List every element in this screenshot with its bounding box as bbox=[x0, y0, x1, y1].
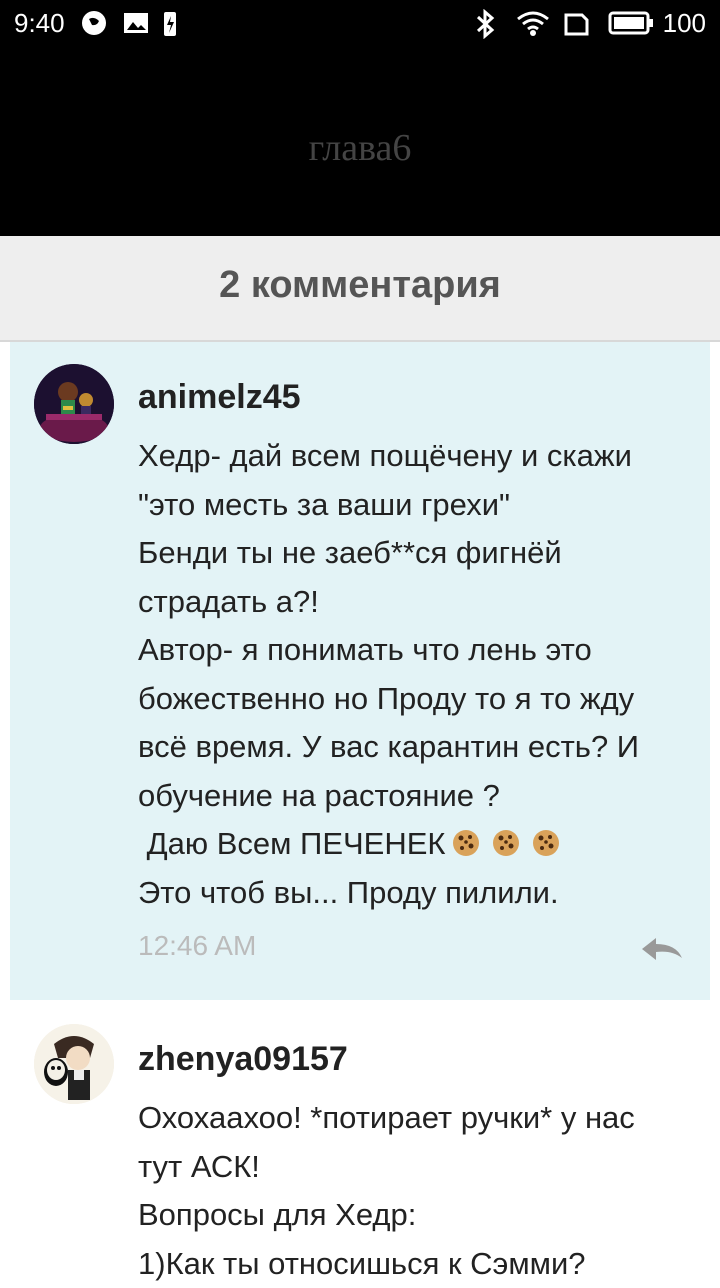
comment-line: Это чтоб вы... Проду пилили. bbox=[138, 869, 698, 918]
comments-header: 2 комментария bbox=[0, 236, 720, 342]
sim-icon bbox=[562, 9, 590, 42]
comment-line: Хедр- дай всем пощёчену и скажи bbox=[138, 432, 698, 481]
chapter-title: глава6 bbox=[0, 126, 720, 170]
comment-item: zhenya09157 Охохаахоо! *потирает ручки* … bbox=[10, 1002, 710, 1280]
comment-line: страдать а?! bbox=[138, 578, 698, 627]
comment-line: 1)Как ты относишься к Сэмми? bbox=[138, 1240, 698, 1288]
comment-body: Хедр- дай всем пощёчену и скажи "это мес… bbox=[138, 432, 698, 917]
avatar[interactable] bbox=[34, 1024, 114, 1104]
bluetooth-icon bbox=[474, 9, 496, 44]
comment-line: обучение на растояние ? bbox=[138, 772, 698, 821]
wifi-icon bbox=[516, 9, 550, 42]
comment-body: Охохаахоо! *потирает ручки* у нас тут АС… bbox=[138, 1094, 698, 1288]
comment-line: Автор- я понимать что лень это bbox=[138, 626, 698, 675]
battery-icon bbox=[608, 9, 654, 42]
comment-line-with-emoji: Даю Всем ПЕЧЕНЕК bbox=[138, 820, 698, 869]
messenger-icon bbox=[80, 9, 108, 42]
comment-line: "это месть за ваши грехи" bbox=[138, 481, 698, 530]
comment-line: Охохаахоо! *потирает ручки* у нас bbox=[138, 1094, 698, 1143]
battery-saver-icon bbox=[162, 9, 178, 42]
avatar[interactable] bbox=[34, 364, 114, 444]
comment-line: всё время. У вас карантин есть? И bbox=[138, 723, 698, 772]
image-icon bbox=[122, 9, 150, 42]
status-time: 9:40 bbox=[14, 8, 65, 39]
comment-timestamp: 12:46 AM bbox=[138, 930, 256, 962]
reply-icon[interactable] bbox=[640, 936, 684, 967]
comment-line: Бенди ты не заеб**ся фигнёй bbox=[138, 529, 698, 578]
status-bar: 9:40 100 bbox=[0, 0, 720, 46]
battery-level: 100 bbox=[663, 8, 706, 39]
comment-item: animelz45 Хедр- дай всем пощёчену и скаж… bbox=[10, 342, 710, 1000]
comment-line: Даю Всем ПЕЧЕНЕК bbox=[138, 826, 445, 861]
chapter-header: глава6 bbox=[0, 46, 720, 236]
comment-username[interactable]: animelz45 bbox=[138, 378, 301, 417]
cookie-emoji-icon bbox=[531, 824, 561, 854]
comment-line: божественно но Проду то я то жду bbox=[138, 675, 698, 724]
comment-username[interactable]: zhenya09157 bbox=[138, 1040, 348, 1079]
comments-count: 2 комментария bbox=[0, 264, 720, 307]
cookie-emoji-icon bbox=[491, 824, 521, 854]
comment-line: тут АСК! bbox=[138, 1143, 698, 1192]
comment-line: Вопросы для Хедр: bbox=[138, 1191, 698, 1240]
cookie-emoji-icon bbox=[451, 824, 481, 854]
